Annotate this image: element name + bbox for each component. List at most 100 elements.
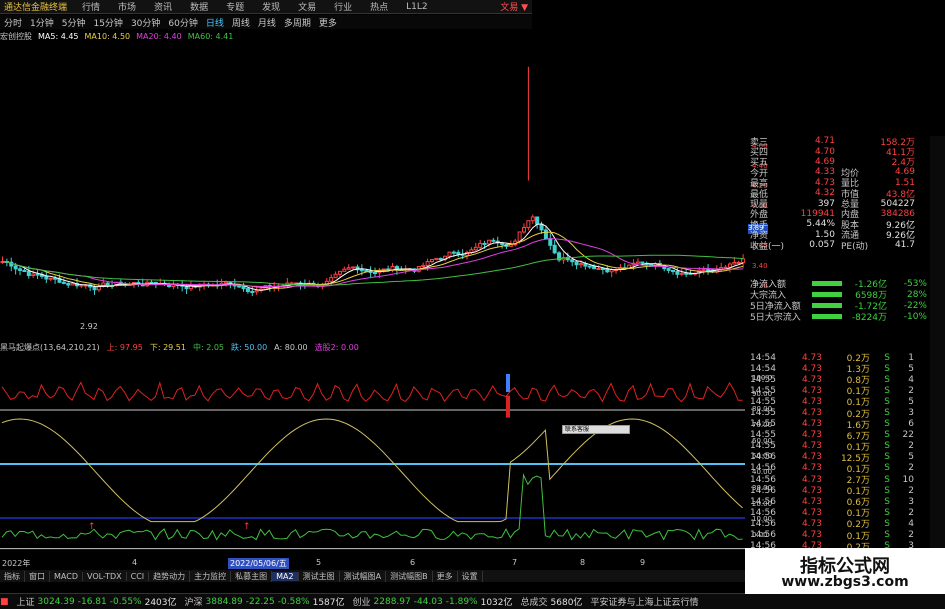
- tab-1[interactable]: 窗口: [25, 570, 50, 582]
- tick-count: 6: [908, 419, 914, 430]
- candle-body: [456, 251, 461, 255]
- tick-price: 4.73: [801, 408, 822, 419]
- tab-3[interactable]: VOL-TDX: [83, 571, 127, 581]
- candle-body: [587, 265, 592, 268]
- period-60min[interactable]: 60分钟: [168, 16, 197, 29]
- indicator-a: A: 80.00: [274, 342, 308, 352]
- tick-list[interactable]: 14:54 4.73 0.2万 S 1 14:54 4.73 1.3万 S 5 14…: [750, 352, 930, 553]
- period-30min[interactable]: 30分钟: [131, 16, 160, 29]
- tick-time: 14:55: [750, 385, 776, 396]
- tab-8[interactable]: MA2: [272, 571, 299, 581]
- tick-time: 14:56: [750, 496, 776, 507]
- tick-side: S: [884, 485, 890, 496]
- candle-body: [522, 227, 526, 233]
- sz-change: -22.25: [245, 596, 275, 607]
- contact-service-popup[interactable]: 联系客服: [562, 425, 630, 434]
- tick-side: S: [884, 374, 890, 385]
- tab-6[interactable]: 主力监控: [190, 570, 232, 582]
- candle-body: [13, 265, 18, 270]
- tick-side: S: [884, 474, 890, 485]
- tick-side: S: [884, 419, 890, 430]
- tab-11[interactable]: 测试幅图B: [386, 570, 433, 582]
- date-year: 2022年: [2, 559, 31, 568]
- menu-market[interactable]: 市场: [118, 0, 136, 13]
- period-multi[interactable]: 多周期: [284, 16, 311, 29]
- tab-10[interactable]: 测试幅图A: [340, 570, 387, 582]
- wenyi-dropdown[interactable]: 文易 ▼: [500, 0, 532, 13]
- indicator-chart[interactable]: ↑ ↑: [0, 354, 750, 558]
- flow-bar: [812, 292, 842, 297]
- menu-hot[interactable]: 热点: [370, 0, 388, 13]
- menu-industry[interactable]: 行业: [334, 0, 352, 13]
- tick-side: S: [884, 352, 890, 363]
- right-sidebar[interactable]: [930, 136, 945, 566]
- menu-discover[interactable]: 发现: [262, 0, 280, 13]
- month-label: 4: [132, 558, 138, 567]
- candle-body: [684, 272, 689, 275]
- menu-l1l2[interactable]: L1L2: [406, 2, 427, 12]
- menu-news[interactable]: 资讯: [154, 0, 172, 13]
- period-5min[interactable]: 5分钟: [62, 16, 86, 29]
- candle-body: [635, 261, 640, 264]
- tick-price: 4.73: [801, 363, 822, 374]
- month-label: 6: [410, 558, 416, 567]
- tick-count: 2: [908, 463, 914, 474]
- tab-4[interactable]: CCI: [127, 571, 150, 581]
- menu-data[interactable]: 数据: [190, 0, 208, 13]
- menu-quotes[interactable]: 行情: [82, 0, 100, 13]
- tick-time: 14:55: [750, 374, 776, 385]
- indicator-tabs: 指标 窗口 MACD VOL-TDX CCI 趋势动力 主力监控 私募主图 MA2 测试主图 测试幅…: [0, 570, 745, 582]
- tick-time: 14:56: [750, 507, 776, 518]
- ma60-label: MA60: 4.41: [187, 32, 234, 41]
- candle-body: [578, 263, 583, 266]
- period-more[interactable]: 更多: [319, 16, 337, 29]
- tab-2[interactable]: MACD: [50, 571, 83, 581]
- tick-time: 14:56: [750, 485, 776, 496]
- candle-body: [22, 269, 27, 273]
- menu-wenyi[interactable]: 文易: [298, 0, 316, 13]
- tab-9[interactable]: 测试主图: [299, 570, 340, 582]
- flow-pct: -10%: [903, 311, 927, 322]
- stock-name: 宏创控股: [0, 32, 32, 41]
- quote-value2: 4.69: [894, 167, 915, 178]
- period-daily[interactable]: 日线: [206, 16, 224, 29]
- candle-body: [701, 269, 706, 272]
- tab-5[interactable]: 趋势动力: [149, 570, 191, 582]
- ma5-label: MA5: 4.45: [38, 32, 79, 41]
- period-15min[interactable]: 15分钟: [93, 16, 122, 29]
- candlestick-chart[interactable]: [0, 44, 750, 340]
- candle-body: [250, 290, 255, 293]
- period-weekly[interactable]: 周线: [232, 16, 250, 29]
- tick-side: S: [884, 430, 890, 441]
- tick-count: 2: [908, 530, 914, 541]
- tab-13[interactable]: 设置: [458, 570, 483, 582]
- sh-pct: -0.55%: [109, 596, 142, 607]
- period-monthly[interactable]: 月线: [258, 16, 276, 29]
- tick-count: 22: [902, 430, 914, 441]
- low-price-label: 2.92: [80, 322, 98, 331]
- sz-value: 3884.89: [205, 596, 243, 607]
- period-timeshare[interactable]: 分时: [4, 16, 22, 29]
- candle-body: [18, 268, 23, 271]
- tick-side: S: [884, 441, 890, 452]
- candle-body: [723, 266, 728, 269]
- tick-side: S: [884, 463, 890, 474]
- total-label: 总成交: [520, 598, 548, 608]
- tick-time: 14:56: [750, 518, 776, 529]
- buy-arrow-icon: ↑: [243, 522, 251, 532]
- candle-body: [224, 281, 228, 284]
- ma10-line: [2, 231, 744, 289]
- indicator-name[interactable]: 黑马起爆点(13,64,210,21): [0, 342, 100, 353]
- tab-0[interactable]: 指标: [0, 570, 25, 582]
- menu-topics[interactable]: 专题: [226, 0, 244, 13]
- tick-time: 14:56: [750, 463, 776, 474]
- tick-count: 2: [908, 385, 914, 396]
- tab-12[interactable]: 更多: [433, 570, 458, 582]
- tab-7[interactable]: 私募主图: [231, 570, 273, 582]
- news-ticker[interactable]: 平安证券与上海上证云行情: [590, 595, 698, 608]
- indicator-down: 下: 29.51: [149, 342, 186, 352]
- tick-price: 4.73: [801, 374, 822, 385]
- period-1min[interactable]: 1分钟: [30, 16, 54, 29]
- tick-time: 14:55: [750, 441, 776, 452]
- tick-side: S: [884, 396, 890, 407]
